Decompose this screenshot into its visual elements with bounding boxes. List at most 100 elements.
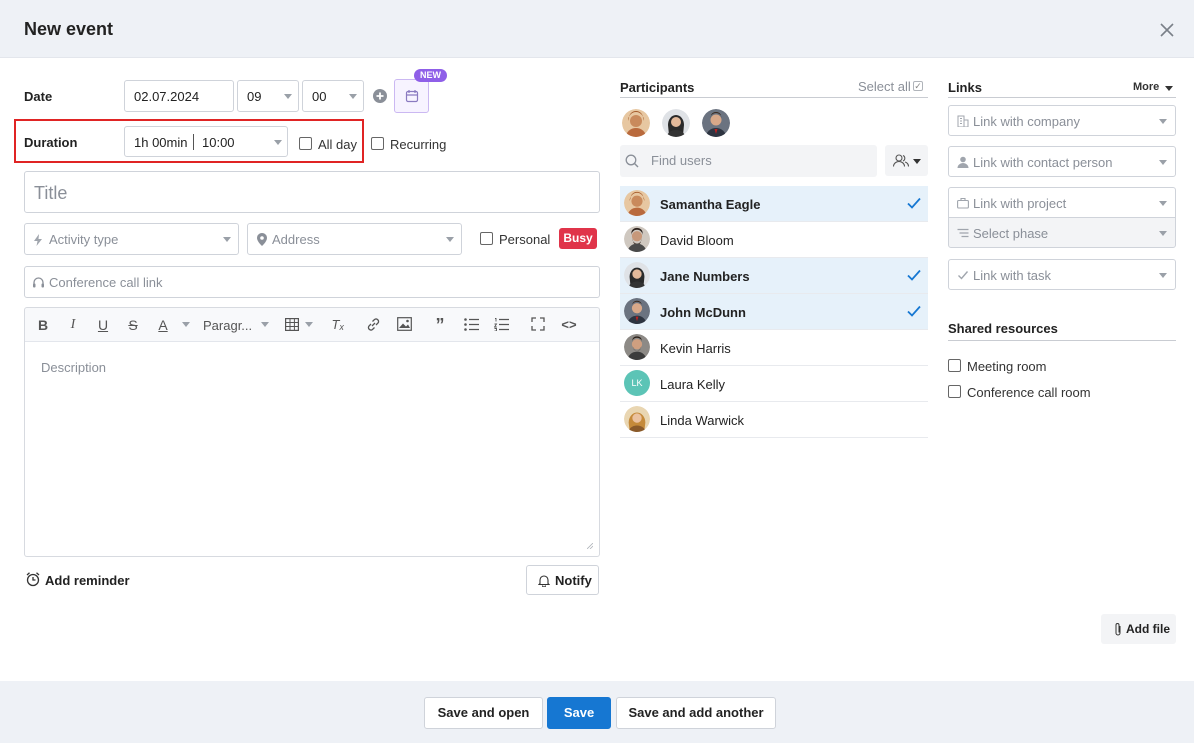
add-file-button[interactable]: Add file xyxy=(1101,614,1176,644)
chevron-down-icon xyxy=(1159,160,1167,165)
title-placeholder: Title xyxy=(34,183,68,203)
participant-row[interactable]: Jane Numbers xyxy=(620,258,928,294)
link-contact-select[interactable]: Link with contact person xyxy=(948,146,1176,177)
save-button[interactable]: Save xyxy=(547,697,611,729)
chevron-down-icon xyxy=(284,94,292,99)
avatar-john-icon xyxy=(702,109,730,137)
save-and-add-another-button[interactable]: Save and add another xyxy=(616,697,776,729)
chevron-down-icon[interactable] xyxy=(261,322,269,327)
avatar[interactable] xyxy=(622,109,650,137)
chevron-down-icon xyxy=(223,237,231,242)
participant-row[interactable]: Linda Warwick xyxy=(620,402,928,438)
calendar-sync-button[interactable] xyxy=(394,79,429,113)
link-company-select[interactable]: Link with company xyxy=(948,105,1176,136)
participant-row[interactable]: LK Laura Kelly xyxy=(620,366,928,402)
avatar-samantha-icon xyxy=(622,109,650,137)
add-reminder-button[interactable]: Add reminder xyxy=(26,572,146,588)
title-input[interactable]: Title xyxy=(24,171,600,213)
busy-badge[interactable]: Busy xyxy=(559,228,597,249)
add-circle-icon[interactable] xyxy=(373,89,387,103)
avatar xyxy=(624,406,650,432)
participant-row[interactable]: Samantha Eagle xyxy=(620,186,928,222)
avatar xyxy=(624,262,650,288)
search-icon xyxy=(625,154,639,168)
strikethrough-icon[interactable]: S xyxy=(125,316,141,334)
code-view-icon[interactable]: <> xyxy=(560,316,578,334)
meeting-room-label: Meeting room xyxy=(967,359,1047,374)
activity-type-select[interactable]: Activity type xyxy=(24,223,239,255)
find-users-input[interactable]: Find users xyxy=(620,145,877,177)
minute-value: 00 xyxy=(312,89,327,104)
italic-icon[interactable]: I xyxy=(65,316,81,334)
dialog-title: New event xyxy=(24,19,114,39)
chevron-down-icon[interactable] xyxy=(305,322,313,327)
link-project-select[interactable]: Link with project xyxy=(948,187,1176,218)
quote-icon[interactable]: ” xyxy=(432,316,448,334)
text-color-icon[interactable]: A xyxy=(155,316,171,334)
link-task-select[interactable]: Link with task xyxy=(948,259,1176,290)
hour-value: 09 xyxy=(247,89,262,104)
select-phase-select[interactable]: Select phase xyxy=(948,217,1176,248)
fullscreen-icon[interactable] xyxy=(531,317,545,331)
link-company-placeholder: Link with company xyxy=(973,114,1080,129)
personal-checkbox[interactable] xyxy=(480,232,493,245)
hour-select[interactable]: 09 xyxy=(237,80,299,112)
resize-handle-icon[interactable] xyxy=(587,543,593,549)
table-icon[interactable] xyxy=(285,318,299,331)
participant-row[interactable]: David Bloom xyxy=(620,222,928,258)
avatar xyxy=(624,190,650,216)
close-icon[interactable] xyxy=(1158,21,1176,39)
select-all-link[interactable]: Select all xyxy=(858,79,911,94)
links-divider xyxy=(948,97,1176,98)
recurring-checkbox[interactable] xyxy=(371,137,384,150)
date-input[interactable]: 02.07.2024 xyxy=(124,80,234,112)
save-and-open-button[interactable]: Save and open xyxy=(424,697,543,729)
chevron-down-icon[interactable] xyxy=(1165,86,1173,91)
avatar-david-icon xyxy=(624,226,650,252)
chevron-down-icon xyxy=(446,237,454,242)
user-group-filter-button[interactable] xyxy=(885,145,928,176)
participant-row[interactable]: Kevin Harris xyxy=(620,330,928,366)
conference-placeholder: Conference call link xyxy=(49,275,163,290)
duration-select[interactable]: 1h 00min 10:00 xyxy=(124,126,288,157)
find-users-placeholder: Find users xyxy=(651,153,712,168)
avatar xyxy=(624,226,650,252)
notify-button[interactable]: Notify xyxy=(526,565,599,595)
numbered-list-icon[interactable] xyxy=(494,318,509,331)
clear-format-icon[interactable]: Tₓ xyxy=(330,316,346,334)
all-day-checkbox[interactable] xyxy=(299,137,312,150)
paperclip-icon xyxy=(1115,623,1121,636)
minute-select[interactable]: 00 xyxy=(302,80,364,112)
briefcase-icon xyxy=(957,197,969,209)
add-file-label: Add file xyxy=(1126,622,1170,636)
description-editor[interactable]: Description xyxy=(24,341,600,557)
date-value: 02.07.2024 xyxy=(134,89,200,104)
participant-name: Laura Kelly xyxy=(660,377,726,392)
bold-icon[interactable]: B xyxy=(35,316,51,334)
check-icon xyxy=(907,269,921,281)
more-dropdown[interactable]: More xyxy=(1133,81,1159,93)
participant-row[interactable]: John McDunn xyxy=(620,294,928,330)
avatar-kevin-icon xyxy=(624,334,650,360)
recurring-label: Recurring xyxy=(390,137,447,152)
conference-link-input[interactable]: Conference call link xyxy=(24,266,600,298)
chevron-down-icon xyxy=(1159,201,1167,206)
participant-name: David Bloom xyxy=(660,233,734,248)
resources-divider xyxy=(948,340,1176,341)
underline-icon[interactable]: U xyxy=(95,316,111,334)
paragraph-select[interactable]: Paragr... xyxy=(203,317,252,335)
select-all-checkbox[interactable]: ✓ xyxy=(913,81,923,91)
avatar[interactable] xyxy=(662,109,690,137)
link-icon[interactable] xyxy=(366,317,381,332)
new-badge: NEW xyxy=(414,69,447,82)
link-project-placeholder: Link with project xyxy=(973,196,1067,211)
address-select[interactable]: Address xyxy=(247,223,462,255)
conference-room-checkbox[interactable] xyxy=(948,385,961,398)
meeting-room-checkbox[interactable] xyxy=(948,359,961,372)
avatar[interactable] xyxy=(702,109,730,137)
chevron-down-icon[interactable] xyxy=(182,322,190,327)
check-icon xyxy=(907,305,921,317)
image-icon[interactable] xyxy=(397,317,412,331)
link-contact-placeholder: Link with contact person xyxy=(973,155,1113,170)
bullet-list-icon[interactable] xyxy=(464,318,479,331)
